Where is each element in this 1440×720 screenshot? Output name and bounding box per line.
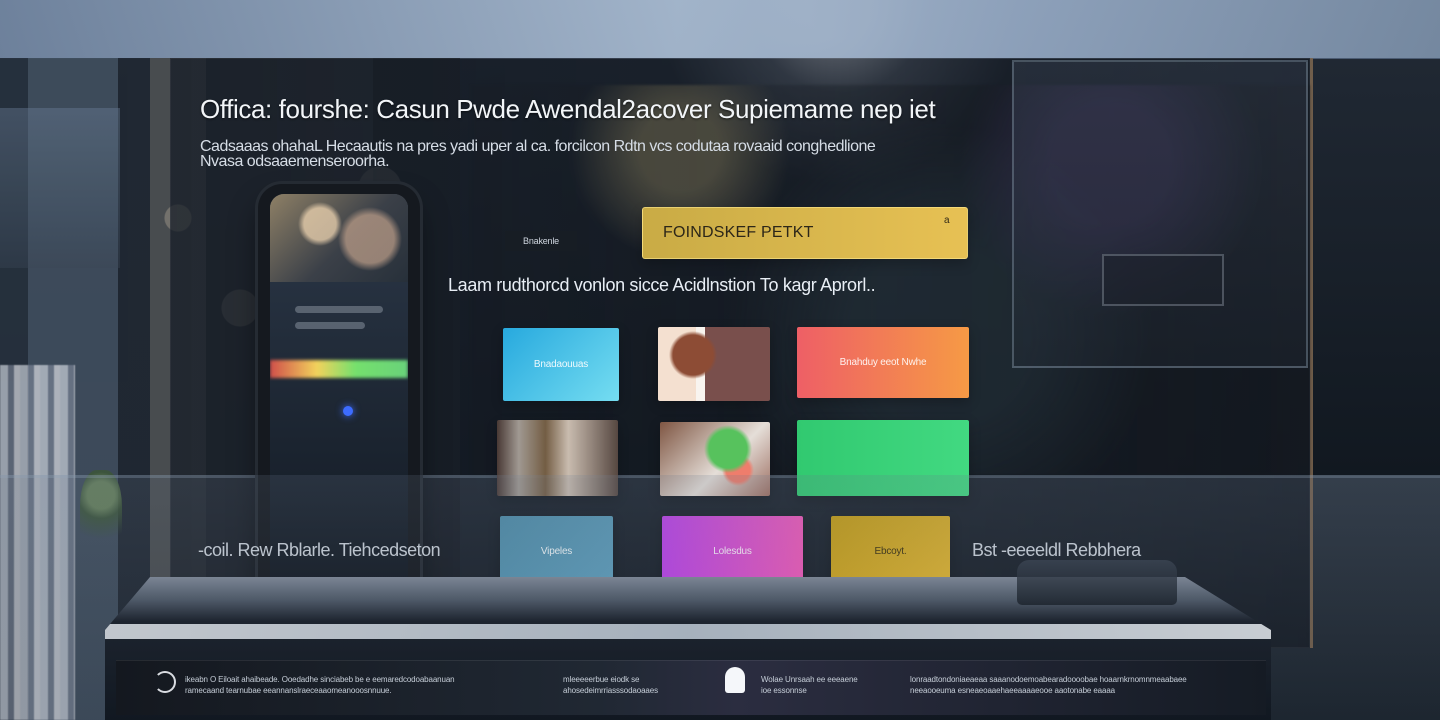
phone-status-dot <box>343 406 353 416</box>
phone-screen-line <box>295 306 383 313</box>
search-indicator: a <box>944 215 950 226</box>
footer-text-segment: lonraadtondoniaeaeaa saaanodoemoabearado… <box>910 674 1187 696</box>
curtain-decoration <box>0 365 75 720</box>
window-glow <box>0 0 1440 58</box>
subtitle-line-1: Cadsaaas ohahaL Hecaautis na pres yadi u… <box>200 138 876 155</box>
footer-line: ioe essonnse <box>761 686 807 695</box>
footer-line: ramecaand tearnubae eeannanslraeceaaomea… <box>185 686 392 695</box>
phone-screen-photo <box>270 194 408 282</box>
footer-text-segment: Wolae Unrsaah ee eeeaene ioe essonnse <box>761 674 858 696</box>
tile-label: Lolesdus <box>713 546 752 557</box>
footer-text-segment: ikeabn O Eiloait ahaibeade. Ooedadhe sin… <box>185 674 455 696</box>
product-showcase-screen: Offica: fourshe: Casun Pwde Awendal2acov… <box>0 0 1440 720</box>
footer-text-segment: mleeeeerbue eiodk se ahosedeimrriasssoda… <box>563 674 658 696</box>
subtitle-line-2: Nvasa odsaaemenseroorha. <box>200 153 390 170</box>
tile-label: Bnahduy eeot Nwhe <box>839 356 927 368</box>
tile-label: Ebcoyt. <box>874 545 907 557</box>
tile-photo-kitchen[interactable] <box>497 420 618 496</box>
footer-line: ahosedeimrriasssodaoaaes <box>563 686 658 695</box>
tile-label: Vipeles <box>540 546 573 557</box>
page-subtitle: Cadsaaas ohahaL Hecaautis na pres yadi u… <box>200 138 1100 170</box>
left-feature-text: -coil. Rew Rblarle. Tiehcedseton <box>198 540 441 560</box>
tile-green[interactable] <box>797 420 969 496</box>
tile-label: Bnadaouuas <box>533 358 589 370</box>
tile-photo-bags[interactable] <box>658 327 770 401</box>
tile-blue[interactable]: Bnadaouuas <box>503 328 619 401</box>
search-input[interactable] <box>642 207 968 259</box>
footer-line: lonraadtondoniaeaeaa saaanodoemoabearado… <box>910 675 1187 684</box>
tile-gold[interactable]: Ebcoyt. <box>831 516 950 587</box>
tile-photo-clothes[interactable] <box>660 422 770 496</box>
right-feature-text: Bst -eeeeldl Rebbhera <box>972 540 1141 560</box>
tile-orange[interactable]: Bnahduy eeot Nwhe <box>797 327 969 398</box>
device-icon <box>725 667 745 693</box>
phone-section-label: Bnakenle <box>505 231 577 251</box>
phone-screen <box>270 194 408 596</box>
page-title: Offica: fourshe: Casun Pwde Awendal2acov… <box>200 94 936 124</box>
phone-color-strip <box>270 360 408 378</box>
right-window-frame <box>1012 60 1308 368</box>
footer-line: Wolae Unrsaah ee eeeaene <box>761 675 858 684</box>
footer-line: neeaooeuma esneaeoaaehaeeaaaaeooe aaoton… <box>910 686 1115 695</box>
footer-line: mleeeeerbue eiodk se <box>563 675 640 684</box>
plant-decoration <box>80 470 122 560</box>
partial-circle-icon <box>154 671 176 693</box>
speaker-device <box>1017 560 1177 605</box>
phone-screen-line <box>295 322 365 329</box>
footer-line: ikeabn O Eiloait ahaibeade. Ooedadhe sin… <box>185 675 455 684</box>
main-tagline: Laam rudthorcd vonlon sicce Acidlnstion … <box>448 275 876 295</box>
